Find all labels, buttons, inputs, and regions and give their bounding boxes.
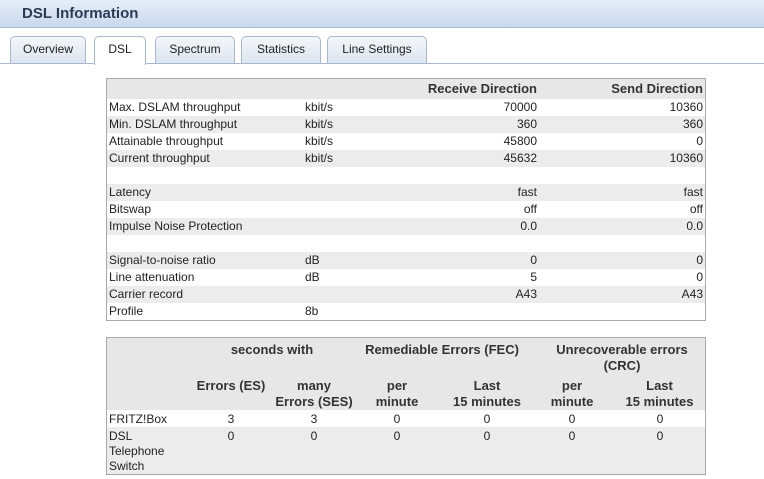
row-send-value: 0 bbox=[696, 134, 703, 148]
row-send-value: 0.0 bbox=[686, 219, 703, 233]
row-label: Bitswap bbox=[109, 202, 152, 216]
table-header: Receive Direction Send Direction bbox=[107, 79, 705, 99]
fec-per-minute-header-line1: per bbox=[386, 378, 408, 393]
window-title-bar: DSL Information bbox=[0, 0, 764, 28]
row-receive-value: 5 bbox=[530, 270, 537, 284]
line-info-table: Receive Direction Send Direction Max. DS… bbox=[106, 78, 706, 321]
row-receive-value: fast bbox=[517, 185, 537, 199]
table-row: Impulse Noise Protection 0.0 0.0 bbox=[107, 218, 705, 235]
row-send-value: 360 bbox=[682, 117, 703, 131]
row-unit: kbit/s bbox=[305, 151, 334, 165]
row-label: Signal-to-noise ratio bbox=[109, 253, 216, 267]
crc-last-15-header-line2: 15 minutes bbox=[625, 394, 694, 409]
fec-per-minute-value: 0 bbox=[393, 412, 401, 426]
spacer-row bbox=[107, 167, 705, 184]
es-value: 3 bbox=[227, 412, 235, 426]
row-label: Carrier record bbox=[109, 287, 184, 301]
table-row: Max. DSLAM throughput kbit/s 70000 10360 bbox=[107, 99, 705, 116]
row-unit: kbit/s bbox=[305, 117, 334, 131]
fec-last-15-header-line2: 15 minutes bbox=[453, 394, 521, 409]
row-unit: dB bbox=[305, 253, 320, 267]
row-unit: kbit/s bbox=[305, 100, 334, 114]
seconds-with-header: seconds with bbox=[230, 342, 314, 357]
tab-overview[interactable]: Overview bbox=[10, 36, 86, 63]
receive-direction-header: Receive Direction bbox=[427, 81, 537, 96]
row-label-line2: Telephone bbox=[109, 444, 165, 458]
fec-per-minute-value: 0 bbox=[393, 429, 401, 443]
fec-per-minute-header-line2: minute bbox=[375, 394, 419, 409]
fec-header: Remediable Errors (FEC) bbox=[365, 342, 519, 357]
row-label-line1: DSL bbox=[109, 429, 133, 443]
row-label-line3: Switch bbox=[109, 459, 145, 473]
row-send-value: off bbox=[689, 202, 703, 216]
row-label: Max. DSLAM throughput bbox=[109, 100, 241, 114]
row-send-value: 10360 bbox=[669, 100, 703, 114]
table-row: Signal-to-noise ratio dB 0 0 bbox=[107, 252, 705, 269]
table-row: Carrier record A43 A43 bbox=[107, 286, 705, 303]
es-header: Errors (ES) bbox=[196, 378, 266, 393]
tab-statistics[interactable]: Statistics bbox=[241, 36, 321, 63]
row-receive-value: 70000 bbox=[503, 100, 537, 114]
row-label: Attainable throughput bbox=[109, 134, 224, 148]
spacer-row bbox=[107, 235, 705, 252]
ses-value: 3 bbox=[310, 412, 318, 426]
crc-last-15-header-line1: Last bbox=[646, 378, 673, 393]
ses-header-line2: Errors (SES) bbox=[275, 394, 353, 409]
table-row: Min. DSLAM throughput kbit/s 360 360 bbox=[107, 116, 705, 133]
crc-last-15-value: 0 bbox=[656, 412, 664, 426]
send-direction-header: Send Direction bbox=[611, 81, 703, 96]
table-row: Bitswap off off bbox=[107, 201, 705, 218]
row-receive-value: 360 bbox=[516, 117, 537, 131]
row-label: Line attenuation bbox=[109, 270, 195, 284]
table-row: Line attenuation dB 5 0 bbox=[107, 269, 705, 286]
row-receive-value: 0 bbox=[530, 253, 537, 267]
row-receive-value: A43 bbox=[515, 287, 537, 301]
table-row: Current throughput kbit/s 45632 10360 bbox=[107, 150, 705, 167]
row-label: Latency bbox=[109, 185, 152, 199]
row-label: Current throughput bbox=[109, 151, 210, 165]
row-label: Min. DSLAM throughput bbox=[109, 117, 238, 131]
row-receive-value: 45800 bbox=[503, 134, 537, 148]
error-statistics-table: seconds with Remediable Errors (FEC) Unr… bbox=[106, 337, 706, 475]
tab-line-settings[interactable]: Line Settings bbox=[327, 36, 427, 63]
es-value: 0 bbox=[227, 429, 235, 443]
row-label: Profile bbox=[109, 304, 144, 318]
tab-dsl[interactable]: DSL bbox=[94, 36, 146, 65]
row-send-value: fast bbox=[683, 185, 703, 199]
row-label: FRITZ!Box bbox=[109, 412, 168, 426]
row-send-value: A43 bbox=[681, 287, 703, 301]
table-row: Latency fast fast bbox=[107, 184, 705, 201]
row-send-value: 0 bbox=[696, 253, 703, 267]
row-label: Impulse Noise Protection bbox=[109, 219, 243, 233]
row-receive-value: off bbox=[523, 202, 537, 216]
table-row: Attainable throughput kbit/s 45800 0 bbox=[107, 133, 705, 150]
crc-per-minute-header-line2: minute bbox=[550, 394, 594, 409]
crc-header-line2: (CRC) bbox=[603, 358, 641, 373]
table-row: FRITZ!Box 3 3 0 0 0 0 bbox=[107, 410, 705, 427]
fec-last-15-value: 0 bbox=[483, 429, 491, 443]
row-send-value: 10360 bbox=[669, 151, 703, 165]
crc-per-minute-value: 0 bbox=[568, 412, 576, 426]
fec-last-15-value: 0 bbox=[483, 412, 491, 426]
crc-last-15-value: 0 bbox=[656, 429, 664, 443]
row-unit: 8b bbox=[305, 304, 319, 318]
row-send-value: 0 bbox=[696, 270, 703, 284]
ses-header-line1: many bbox=[297, 378, 331, 393]
crc-header-line1: Unrecoverable errors bbox=[556, 342, 688, 357]
table-row: DSL Telephone Switch 0 0 0 0 0 0 bbox=[107, 427, 705, 474]
row-receive-value: 45632 bbox=[503, 151, 537, 165]
page-title: DSL Information bbox=[22, 5, 139, 22]
table-row: Profile 8b bbox=[107, 303, 705, 320]
row-receive-value: 0.0 bbox=[520, 219, 537, 233]
crc-per-minute-header-line1: per bbox=[561, 378, 583, 393]
tab-spectrum[interactable]: Spectrum bbox=[155, 36, 235, 63]
row-unit: kbit/s bbox=[305, 134, 334, 148]
row-unit: dB bbox=[305, 270, 320, 284]
fec-last-15-header-line1: Last bbox=[473, 378, 501, 393]
crc-per-minute-value: 0 bbox=[568, 429, 576, 443]
ses-value: 0 bbox=[310, 429, 318, 443]
